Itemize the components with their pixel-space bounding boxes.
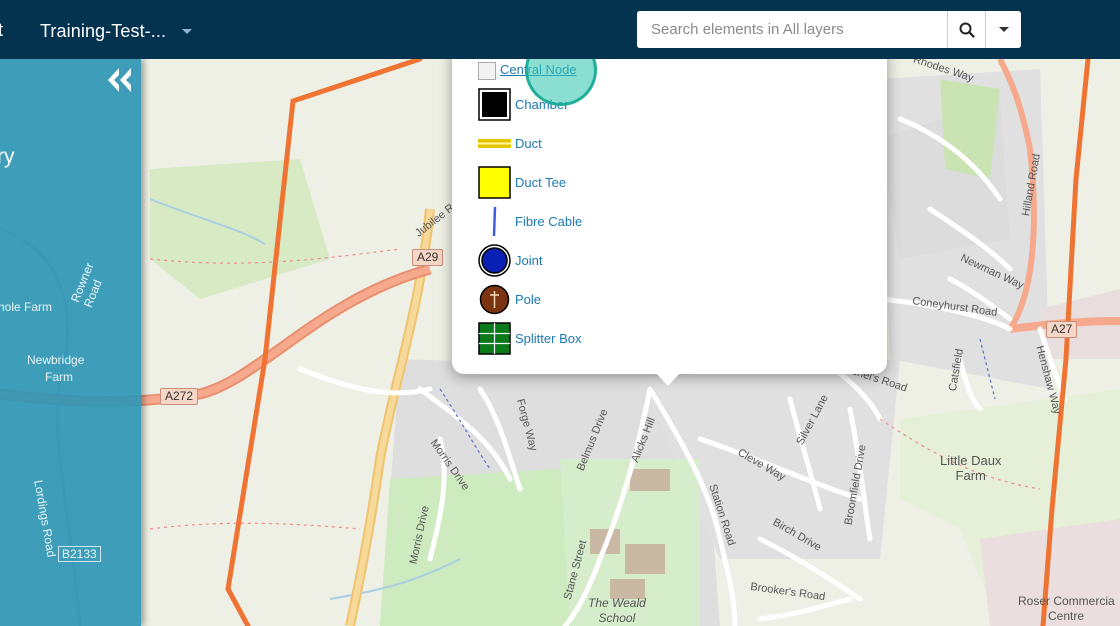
duct-tee-icon — [478, 166, 511, 199]
legend-label-pole[interactable]: Pole — [515, 292, 541, 307]
legend-label-chamber[interactable]: Chamber — [515, 97, 568, 112]
map-label-centre: Centre — [1048, 609, 1085, 623]
side-panel: ry hole Farm Newbridge Farm Lordings Roa… — [0, 59, 141, 626]
map-label-a272-left: A272 — [160, 388, 199, 405]
panel-map-label: B2133 — [58, 546, 101, 562]
legend-item-central-node[interactable]: Central Node — [478, 56, 582, 85]
legend-popup: Central Node Chamber Duct Duct Tee Fibre… — [452, 48, 887, 374]
project-title[interactable]: Training-Test-... — [40, 21, 166, 42]
legend-label-duct[interactable]: Duct — [515, 136, 542, 151]
legend-item-splitter-box[interactable]: Splitter Box — [478, 319, 582, 358]
panel-map-label: Farm — [45, 370, 73, 384]
search-layer-dropdown-button[interactable] — [985, 11, 1021, 48]
map-label-a272-right: A27 — [1046, 321, 1078, 338]
map-label-roser: Roser Commercia — [1018, 594, 1115, 608]
panel-map-label: Newbridge — [27, 353, 85, 367]
chamber-icon — [478, 88, 511, 121]
legend-list: Central Node Chamber Duct Duct Tee Fibre… — [478, 56, 582, 358]
map-label-roser-commercial-centre: Roser Commercia Centre — [1018, 594, 1115, 624]
panel-text-fragment: ry — [0, 145, 15, 168]
map-label-school: School — [598, 611, 636, 625]
legend-item-fibre-cable[interactable]: Fibre Cable — [478, 202, 582, 241]
splitter-box-icon — [478, 322, 511, 355]
legend-label-joint[interactable]: Joint — [515, 253, 542, 268]
joint-icon — [478, 244, 511, 277]
legend-label-duct-tee[interactable]: Duct Tee — [515, 175, 566, 190]
popup-pointer — [655, 372, 681, 386]
map-label-little-daux-farm: Little Daux Farm — [940, 453, 1001, 483]
legend-item-duct-tee[interactable]: Duct Tee — [478, 163, 582, 202]
project-dropdown-caret-icon[interactable] — [182, 29, 192, 34]
map-label-a29: A29 — [412, 249, 444, 266]
collapse-panel-icon[interactable] — [104, 65, 136, 95]
panel-map-label: Rowner Road — [68, 260, 105, 310]
legend-item-chamber[interactable]: Chamber — [478, 85, 582, 124]
legend-label-fibre-cable[interactable]: Fibre Cable — [515, 214, 582, 229]
map-label-farm: Farm — [955, 468, 986, 483]
search-button[interactable] — [947, 11, 985, 48]
chevron-down-icon — [998, 27, 1009, 32]
duct-icon — [478, 127, 511, 160]
map-label-the-weald: The Weald — [588, 596, 646, 610]
search-icon — [959, 22, 975, 38]
legend-item-duct[interactable]: Duct — [478, 124, 582, 163]
legend-item-joint[interactable]: Joint — [478, 241, 582, 280]
panel-map-label: hole Farm — [0, 300, 53, 314]
brand-text-fragment: t — [0, 20, 4, 40]
panel-map-label: Lordings Road — [31, 479, 59, 559]
search-input[interactable] — [637, 11, 947, 48]
legend-label-splitter-box[interactable]: Splitter Box — [515, 331, 581, 346]
search-group — [637, 11, 1021, 48]
pole-icon — [478, 283, 511, 316]
legend-label-central-node[interactable]: Central Node — [500, 62, 577, 77]
top-navbar: t Training-Test-... — [0, 0, 1120, 59]
map-label-little-daux: Little Daux — [940, 453, 1002, 468]
fibre-cable-icon — [478, 205, 511, 238]
legend-item-pole[interactable]: Pole — [478, 280, 582, 319]
map-label-weald-school: The Weald School — [588, 596, 646, 626]
broken-image-icon — [478, 62, 496, 80]
